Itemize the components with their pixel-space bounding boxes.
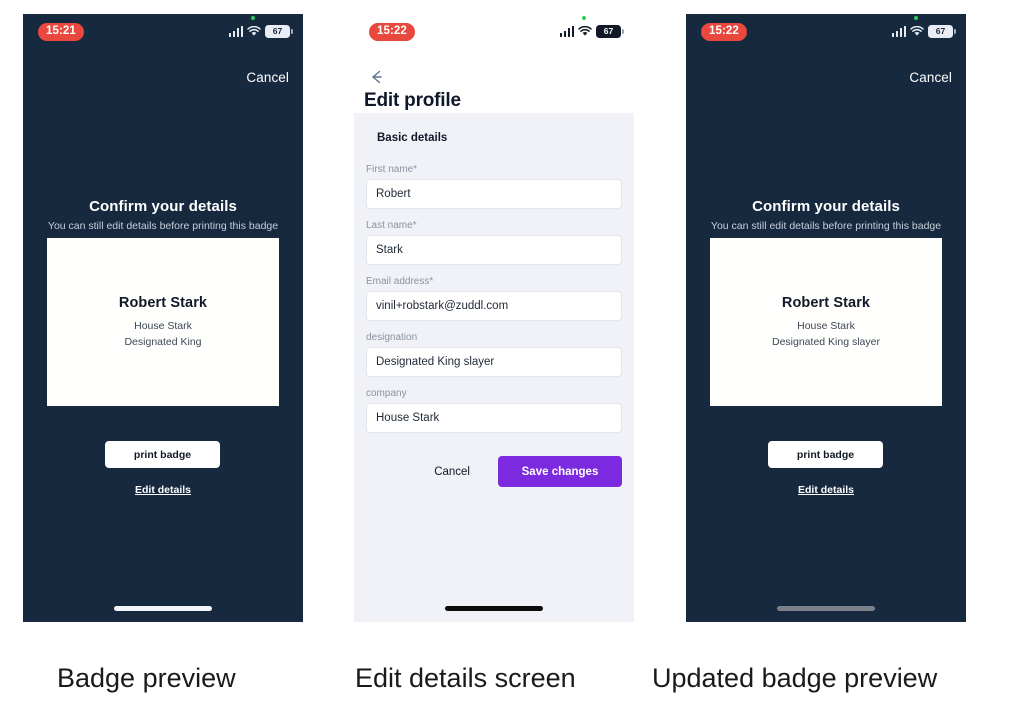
- status-time-pill: 15:22: [369, 23, 415, 41]
- status-icons: 67: [891, 24, 956, 38]
- field-email: Email address*: [366, 276, 622, 321]
- edit-details-link[interactable]: Edit details: [23, 484, 303, 496]
- field-label: Email address*: [366, 276, 434, 287]
- print-badge-button[interactable]: print badge: [768, 441, 883, 468]
- battery-icon: 67: [596, 24, 624, 38]
- field-label: company: [366, 388, 407, 399]
- caption-badge-preview: Badge preview: [57, 663, 236, 693]
- last-name-input[interactable]: [366, 235, 622, 265]
- green-status-dot-icon: [582, 16, 586, 20]
- battery-level-label: 67: [935, 26, 946, 36]
- phone-edit-profile: 15:22 67 Edit profile Basic details Firs…: [354, 14, 634, 622]
- cellular-signal-icon: [891, 25, 906, 37]
- field-company: company: [366, 388, 622, 433]
- screenshot-board: 15:21 67 Cancel Confirm your details You…: [0, 0, 1018, 710]
- badge-name: Robert Stark: [118, 294, 208, 311]
- page-title: Confirm your details: [89, 198, 237, 215]
- wifi-icon: [910, 25, 924, 37]
- phone-updated-badge-preview: 15:22 67 Cancel Confirm your details You…: [686, 14, 966, 622]
- field-designation: designation: [366, 332, 622, 377]
- form-section-title: Basic details: [377, 132, 448, 144]
- cellular-signal-icon: [228, 25, 243, 37]
- email-input[interactable]: [366, 291, 622, 321]
- battery-level-label: 67: [272, 26, 283, 36]
- page-title: Edit profile: [364, 90, 461, 111]
- badge-company: House Stark: [134, 319, 192, 332]
- status-bar: 15:22 67: [686, 14, 966, 48]
- badge-company: House Stark: [797, 319, 855, 332]
- save-changes-button[interactable]: Save changes: [498, 456, 622, 487]
- edit-form-panel: Basic details First name* Last name* Ema…: [354, 113, 634, 622]
- field-last-name: Last name*: [366, 220, 622, 265]
- badge-designation: Designated King: [124, 335, 202, 348]
- status-bar: 15:22 67: [354, 14, 634, 48]
- badge-card: Robert Stark House Stark Designated King: [47, 238, 279, 406]
- badge-designation: Designated King slayer: [772, 335, 880, 348]
- edit-details-link[interactable]: Edit details: [686, 484, 966, 496]
- wifi-icon: [578, 25, 592, 37]
- back-arrow-icon[interactable]: [365, 66, 387, 88]
- page-title: Confirm your details: [752, 198, 900, 215]
- form-fields: First name* Last name* Email address* de…: [366, 164, 622, 444]
- field-label: designation: [366, 332, 418, 343]
- home-indicator: [777, 606, 875, 611]
- designation-input[interactable]: [366, 347, 622, 377]
- status-time-pill: 15:22: [701, 23, 747, 41]
- battery-icon: 67: [265, 24, 293, 38]
- field-label: Last name*: [366, 220, 417, 231]
- cellular-signal-icon: [559, 25, 574, 37]
- page-subtitle: You can still edit details before printi…: [710, 220, 942, 232]
- print-badge-button[interactable]: print badge: [105, 441, 220, 468]
- home-indicator: [114, 606, 212, 611]
- status-icons: 67: [228, 24, 293, 38]
- green-status-dot-icon: [251, 16, 255, 20]
- green-status-dot-icon: [914, 16, 918, 20]
- company-input[interactable]: [366, 403, 622, 433]
- page-subtitle: You can still edit details before printi…: [47, 220, 279, 232]
- badge-name: Robert Stark: [781, 294, 871, 311]
- wifi-icon: [247, 25, 261, 37]
- cancel-button[interactable]: Cancel: [909, 70, 952, 85]
- status-time-pill: 15:21: [38, 23, 84, 41]
- battery-level-label: 67: [603, 26, 614, 36]
- caption-updated-preview: Updated badge preview: [652, 663, 938, 693]
- battery-icon: 67: [928, 24, 956, 38]
- caption-edit-screen: Edit details screen: [355, 663, 576, 693]
- cancel-button[interactable]: Cancel: [246, 70, 289, 85]
- field-label: First name*: [366, 164, 418, 175]
- form-actions: Cancel Save changes: [366, 456, 622, 487]
- status-bar: 15:21 67: [23, 14, 303, 48]
- first-name-input[interactable]: [366, 179, 622, 209]
- field-first-name: First name*: [366, 164, 622, 209]
- cancel-button[interactable]: Cancel: [424, 460, 480, 484]
- status-icons: 67: [559, 24, 624, 38]
- badge-card: Robert Stark House Stark Designated King…: [710, 238, 942, 406]
- phone-badge-preview: 15:21 67 Cancel Confirm your details You…: [23, 14, 303, 622]
- home-indicator: [445, 606, 543, 611]
